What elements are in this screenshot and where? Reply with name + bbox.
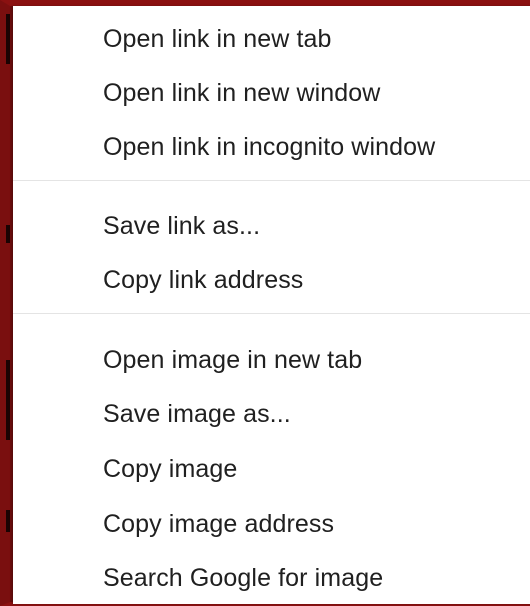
menu-item-open-image-new-tab[interactable]: Open image in new tab <box>103 340 362 380</box>
menu-item-open-link-incognito-window[interactable]: Open link in incognito window <box>103 127 435 167</box>
background-edge-mark <box>6 225 10 243</box>
menu-item-save-link-as[interactable]: Save link as... <box>103 206 260 246</box>
menu-separator <box>13 180 530 181</box>
menu-item-copy-link-address[interactable]: Copy link address <box>103 260 303 300</box>
context-menu: Open link in new tab Open link in new wi… <box>13 6 530 604</box>
menu-item-open-link-new-window[interactable]: Open link in new window <box>103 73 380 113</box>
background-edge-mark <box>6 14 10 64</box>
menu-item-copy-image-address[interactable]: Copy image address <box>103 504 334 544</box>
menu-item-open-link-new-tab[interactable]: Open link in new tab <box>103 19 332 59</box>
menu-separator <box>13 313 530 314</box>
background-edge-mark <box>6 510 10 532</box>
background-edge-mark <box>6 360 10 440</box>
menu-item-search-google-for-image[interactable]: Search Google for image <box>103 558 383 598</box>
menu-item-copy-image[interactable]: Copy image <box>103 449 237 489</box>
menu-item-save-image-as[interactable]: Save image as... <box>103 394 291 434</box>
